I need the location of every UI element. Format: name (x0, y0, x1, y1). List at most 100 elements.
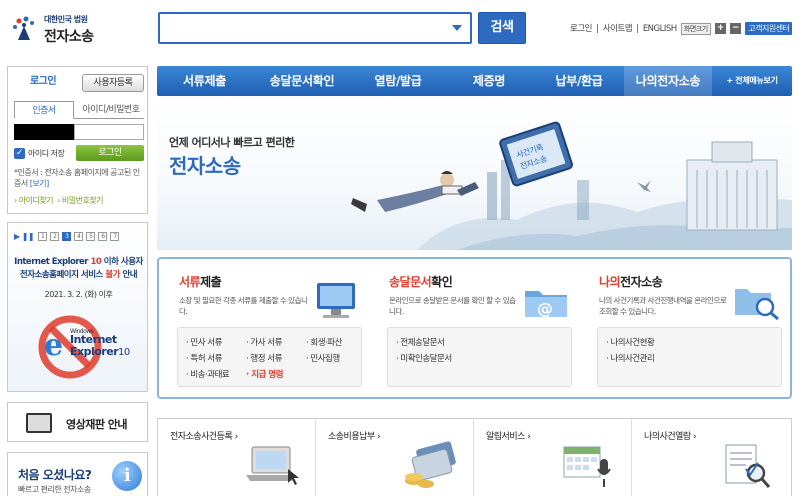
chevron-down-icon[interactable] (452, 25, 462, 31)
save-id-checkbox[interactable]: ✓ (14, 148, 25, 159)
computer-monitor-icon (317, 283, 355, 318)
folder-search-icon (735, 289, 779, 321)
link-patent-docs[interactable]: · 특허 서류 (186, 352, 222, 364)
login-link[interactable]: 로그인 (570, 24, 592, 34)
separator: | (596, 24, 599, 34)
logo-subtitle: 대한민국 법원 (44, 15, 88, 24)
first-visit-link[interactable]: 처음 오셨나요? 빠르고 편리한 전자소송 i (7, 452, 148, 496)
nav-item-certificate[interactable]: 제증명 (444, 66, 534, 96)
notice-line2: 전자소송홈페이지 서비스 (19, 270, 106, 280)
video-trial-label: 영상재판 안내 (66, 418, 128, 431)
info-icon: i (112, 461, 142, 491)
service-title: 나의전자소송 (599, 275, 663, 289)
video-trial-link[interactable]: 영상재판 안내 (7, 402, 148, 442)
main-nav: 서류제출 송달문서확인 열람/발급 제증명 납부/환급 나의전자소송 + 전체메… (157, 66, 792, 96)
nav-item-delivery[interactable]: 송달문서확인 (252, 66, 352, 96)
link-civil-execution[interactable]: · 민사집행 (306, 352, 340, 364)
notice-date: 2021. 3. 2. (화) 이후 (44, 290, 113, 299)
service-link-list: · 민사 서류 · 가사 서류 · 회생·파산 · 특허 서류 · 행정 서류 … (177, 327, 362, 387)
quick-notification[interactable]: 알림서비스 › (474, 419, 632, 496)
page-dot[interactable]: 1 (38, 232, 48, 241)
register-button[interactable]: 사용자등록 (82, 74, 144, 92)
sitemap-link[interactable]: 사이트맵 (603, 24, 633, 34)
nav-item-payment[interactable]: 납부/환급 (534, 66, 624, 96)
find-password-link[interactable]: › 비밀번호찾기 (57, 196, 103, 205)
link-non-litigation[interactable]: · 비송·과태료 (186, 368, 230, 380)
document-magnifier-icon (725, 444, 771, 488)
service-delivery-check[interactable]: 송달문서확인 온라인으로 송달받은 문서를 확인 할 수 있습니다. @ · 전… (375, 259, 579, 397)
page-dot[interactable]: 6 (98, 232, 108, 241)
ie-logo-version: 10 (118, 347, 130, 358)
link-unchecked-delivery[interactable]: · 미확인송달문서 (396, 352, 452, 364)
separator: | (636, 24, 639, 34)
find-id-link[interactable]: › 아이디찾기 (14, 196, 54, 205)
find-links: › 아이디찾기 › 비밀번호찾기 (14, 195, 104, 206)
svg-text:e: e (44, 328, 63, 363)
court-building-icon (686, 141, 778, 231)
court-logo[interactable]: 대한민국 법원 전자소송 (10, 12, 140, 48)
search-input[interactable] (166, 14, 446, 42)
login-tab[interactable]: 로그인 (8, 67, 78, 97)
page-dot[interactable]: 5 (86, 232, 96, 241)
tab-id-password[interactable]: 아이디/비밀번호 (78, 101, 144, 119)
english-link[interactable]: ENGLISH (643, 24, 677, 34)
link-my-cases[interactable]: · 나의사건현황 (606, 336, 655, 348)
note-view-link[interactable]: [보기] (30, 179, 49, 188)
play-pause-icon[interactable]: ▶ ❚❚ (14, 232, 35, 241)
nav-item-my-ecourt[interactable]: 나의전자소송 (624, 66, 712, 96)
page-dot-active[interactable]: 3 (62, 232, 72, 241)
ie-notice-banner[interactable]: ▶ ❚❚ 1 2 3 4 5 6 7 Internet Explorer 10 … (7, 222, 148, 392)
font-plus-button[interactable]: + (714, 23, 726, 34)
banner-illustration: 사건기록 전자소송 (351, 121, 792, 250)
first-visit-title: 처음 오셨나요? (18, 468, 92, 482)
help-center-button[interactable]: 고객지원센터 (745, 22, 793, 35)
page-dot[interactable]: 4 (74, 232, 84, 241)
quick-fee-payment[interactable]: 소송비용납부 › (316, 419, 474, 496)
nav-item-submit[interactable]: 서류제출 (157, 66, 252, 96)
notice-line1-end: 이하 사용자 (101, 257, 144, 267)
quick-label: 전자소송사건등록 › (170, 432, 238, 442)
tab-certificate[interactable]: 인증서 (14, 101, 74, 119)
link-all-delivery[interactable]: · 전체송달문서 (396, 336, 445, 348)
logo-title: 전자소송 (44, 29, 94, 45)
login-button[interactable]: 로그인 (76, 145, 144, 161)
font-minus-button[interactable]: − (730, 23, 742, 34)
service-description: 소장 및 필요한 각종 서류를 제출할 수 있습니다. (179, 296, 308, 316)
bird-icon (637, 180, 651, 192)
utility-links: 로그인 | 사이트맵 | ENGLISH 화면크기 + − 고객지원센터 (570, 22, 794, 35)
notice-line2-end: 안내 (119, 270, 138, 280)
nav-item-all-menu[interactable]: + 전체메뉴보기 (712, 66, 792, 96)
page-dot[interactable]: 2 (50, 232, 60, 241)
laptop-cursor-icon (246, 446, 299, 485)
quick-links: 전자소송사건등록 › 소송비용납부 › 알림서비스 › 나의사건열람 › (157, 418, 792, 496)
link-civil-docs[interactable]: · 민사 서류 (186, 336, 222, 348)
service-document-submit[interactable]: 서류제출 소장 및 필요한 각종 서류를 제출할 수 있습니다. · 민사 서류… (165, 259, 369, 397)
search-box[interactable] (158, 12, 472, 44)
link-payment-order[interactable]: · 지급 명령 (246, 368, 283, 380)
login-panel: 로그인 사용자등록 인증서 아이디/비밀번호 ✓ 아이디 저장 로그인 *인증서… (7, 66, 148, 214)
link-family-docs[interactable]: · 가사 서류 (246, 336, 282, 348)
service-link-list: · 나의사건현황 · 나의사건관리 (597, 327, 782, 387)
quick-label: 소송비용납부 › (328, 432, 381, 442)
link-admin-docs[interactable]: · 행정 서류 (246, 352, 282, 364)
quick-case-view[interactable]: 나의사건열람 › (632, 419, 790, 496)
ie-logo-name2: Explorer (70, 345, 119, 358)
certificate-field[interactable] (74, 124, 144, 140)
service-description: 온라인으로 송달받은 문서를 확인 할 수 있습니다. (389, 296, 516, 316)
service-title: 송달문서확인 (389, 275, 453, 289)
page-dot[interactable]: 7 (110, 232, 120, 241)
calendar-microphone-icon (563, 446, 611, 487)
monitor-icon: 사건기록 전자소송 (499, 121, 573, 187)
quick-case-register[interactable]: 전자소송사건등록 › (158, 419, 316, 496)
search-button[interactable]: 검색 (478, 12, 526, 44)
notice-line1: Internet Explorer (14, 257, 91, 267)
credit-card-coins-icon (405, 441, 456, 488)
nav-item-view[interactable]: 열람/발급 (352, 66, 444, 96)
slide-controls: ▶ ❚❚ 1 2 3 4 5 6 7 (14, 232, 120, 241)
link-case-management[interactable]: · 나의사건관리 (606, 352, 655, 364)
link-rehabilitation[interactable]: · 회생·파산 (306, 336, 342, 348)
service-my-ecourt[interactable]: 나의전자소송 나의 사건기록과 사건진행내역을 온라인으로 조회할 수 있습니다… (585, 259, 789, 397)
font-size-label: 화면크기 (680, 22, 711, 35)
redacted-field (14, 124, 74, 140)
notice-title: Internet Explorer 10 이하 사용자 전자소송홈페이지 서비스… (8, 256, 149, 282)
